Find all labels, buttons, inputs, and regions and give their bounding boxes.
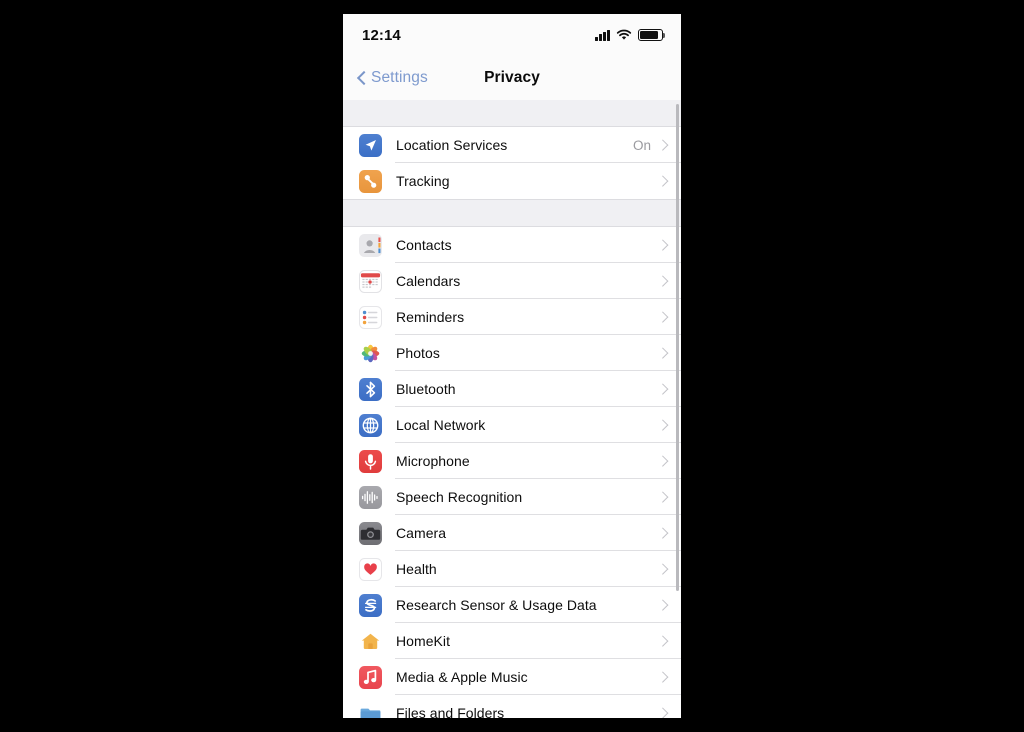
bluetooth-icon	[359, 377, 382, 401]
chevron-right-icon	[659, 635, 667, 648]
calendar-icon	[359, 269, 382, 293]
row-label: Calendars	[396, 273, 461, 289]
row-research-sensor-usage-data[interactable]: Research Sensor & Usage Data	[343, 587, 681, 623]
screenshot-canvas: 12:14 Settings Privacy Location Services…	[0, 0, 1024, 732]
row-homekit[interactable]: HomeKit	[343, 623, 681, 659]
chevron-right-icon	[659, 527, 667, 540]
row-label: Microphone	[396, 453, 470, 469]
row-label: Reminders	[396, 309, 465, 325]
row-contacts[interactable]: Contacts	[343, 227, 681, 263]
cellular-bars-icon	[595, 29, 610, 41]
row-microphone[interactable]: Microphone	[343, 443, 681, 479]
section-spacer-middle	[343, 199, 681, 227]
photos-icon	[359, 341, 382, 365]
chevron-right-icon	[659, 599, 667, 612]
iphone-screen: 12:14 Settings Privacy Location Services…	[343, 14, 681, 718]
row-camera[interactable]: Camera	[343, 515, 681, 551]
chevron-right-icon	[659, 491, 667, 504]
back-button[interactable]: Settings	[357, 69, 428, 87]
chevron-right-icon	[659, 311, 667, 324]
row-label: Tracking	[396, 173, 450, 189]
row-label: Health	[396, 561, 437, 577]
section-spacer-top	[343, 100, 681, 127]
row-label: HomeKit	[396, 633, 451, 649]
row-label: Photos	[396, 345, 440, 361]
camera-icon	[359, 521, 382, 545]
tracking-link-icon	[359, 169, 382, 193]
chevron-right-icon	[659, 139, 667, 152]
chevron-right-icon	[659, 239, 667, 252]
row-detail-value: On	[632, 137, 651, 153]
microphone-icon	[359, 449, 382, 473]
row-speech-recognition[interactable]: Speech Recognition	[343, 479, 681, 515]
row-bluetooth[interactable]: Bluetooth	[343, 371, 681, 407]
row-label: Contacts	[396, 237, 452, 253]
music-note-icon	[359, 665, 382, 689]
location-section: Location Services On Tracking	[343, 127, 681, 199]
chevron-right-icon	[659, 383, 667, 396]
chevron-right-icon	[659, 347, 667, 360]
row-health[interactable]: Health	[343, 551, 681, 587]
chevron-right-icon	[659, 275, 667, 288]
chevron-right-icon	[659, 419, 667, 432]
reminders-icon	[359, 305, 382, 329]
row-location-services[interactable]: Location Services On	[343, 127, 681, 163]
battery-icon	[638, 29, 666, 41]
row-label: Camera	[396, 525, 447, 541]
chevron-right-icon	[659, 175, 667, 188]
globe-icon	[359, 413, 382, 437]
navigation-bar: Settings Privacy	[343, 56, 681, 100]
row-label: Location Services	[396, 137, 508, 153]
row-label: Bluetooth	[396, 381, 456, 397]
row-label: Media & Apple Music	[396, 669, 528, 685]
chevron-right-icon	[659, 563, 667, 576]
location-arrow-icon	[359, 133, 382, 157]
back-button-label: Settings	[371, 69, 428, 86]
waveform-icon	[359, 485, 382, 509]
row-reminders[interactable]: Reminders	[343, 299, 681, 335]
heart-icon	[359, 557, 382, 581]
row-media-apple-music[interactable]: Media & Apple Music	[343, 659, 681, 695]
contacts-icon	[359, 233, 382, 257]
house-icon	[359, 629, 382, 653]
chevron-right-icon	[659, 707, 667, 719]
wifi-icon	[616, 29, 632, 41]
status-bar-clock: 12:14	[362, 26, 401, 44]
chevron-left-icon	[357, 70, 366, 86]
status-bar: 12:14	[343, 14, 681, 56]
row-label: Files and Folders	[396, 705, 505, 718]
row-local-network[interactable]: Local Network	[343, 407, 681, 443]
research-sensor-icon	[359, 593, 382, 617]
chevron-right-icon	[659, 671, 667, 684]
settings-scroll-area[interactable]: Location Services On Tracking Contacts C…	[343, 100, 681, 718]
folder-icon	[359, 701, 382, 718]
row-label: Local Network	[396, 417, 486, 433]
status-bar-indicators	[595, 29, 666, 41]
row-label: Speech Recognition	[396, 489, 523, 505]
row-tracking[interactable]: Tracking	[343, 163, 681, 199]
row-calendars[interactable]: Calendars	[343, 263, 681, 299]
app-permissions-section: Contacts Calendars Reminders Photos Blue…	[343, 227, 681, 718]
row-files-and-folders[interactable]: Files and Folders	[343, 695, 681, 718]
row-photos[interactable]: Photos	[343, 335, 681, 371]
row-label: Research Sensor & Usage Data	[396, 597, 597, 613]
chevron-right-icon	[659, 455, 667, 468]
